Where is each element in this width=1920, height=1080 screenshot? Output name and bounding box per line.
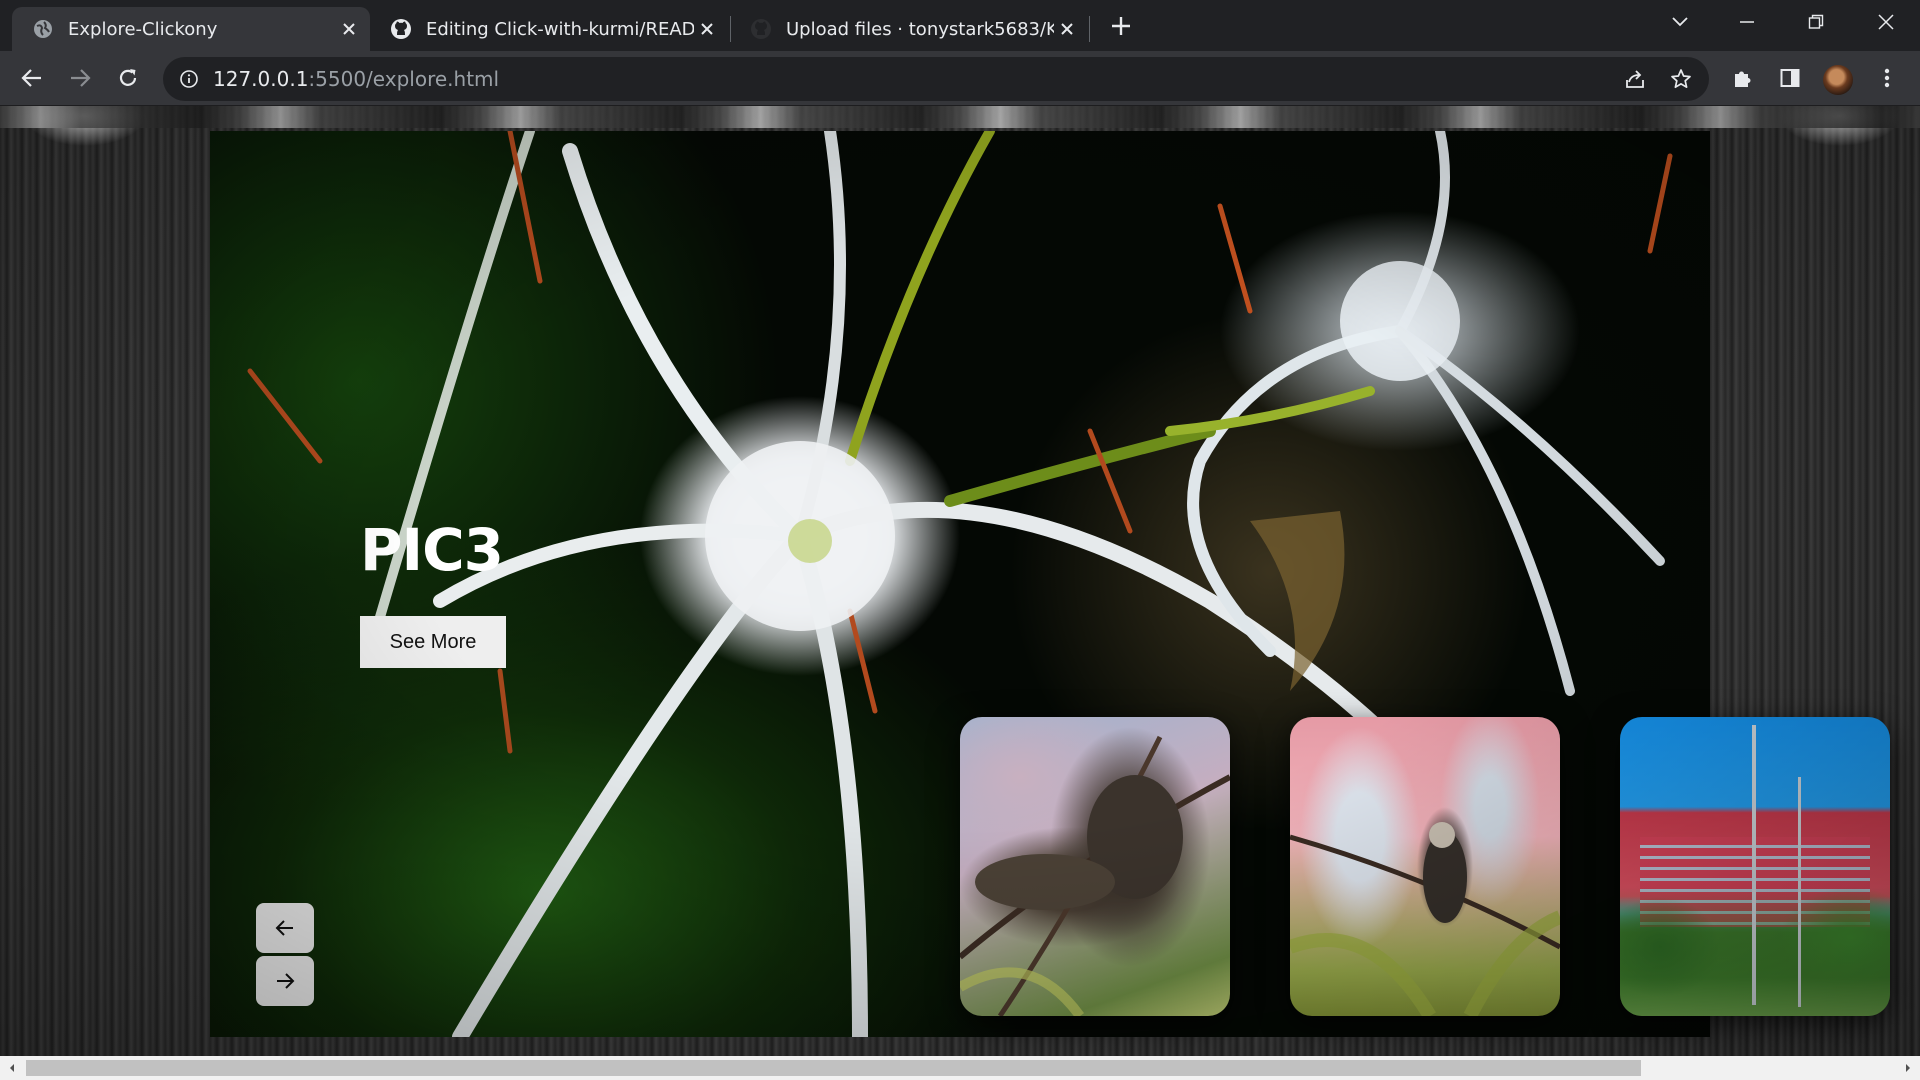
menu-button[interactable]: [1868, 59, 1906, 97]
tab-editing-readme[interactable]: Editing Click-with-kurmi/READM: [370, 7, 728, 51]
close-icon[interactable]: [694, 16, 720, 42]
see-more-button[interactable]: See More: [360, 616, 506, 668]
scrollbar-thumb[interactable]: [26, 1060, 1641, 1076]
tab-upload-files[interactable]: Upload files · tonystark5683/Kurm: [730, 7, 1088, 51]
minimize-icon: [1740, 21, 1754, 23]
close-icon: [1878, 14, 1894, 30]
reload-icon: [119, 69, 137, 86]
arrow-left-icon: [275, 920, 293, 936]
chevron-down-icon: [1672, 17, 1688, 27]
street-light-image: [1752, 725, 1756, 1005]
reload-button[interactable]: [109, 59, 147, 97]
tab-title: Upload files · tonystark5683/Kurm: [786, 18, 1054, 40]
plus-icon: [1112, 17, 1130, 35]
tab-strip: Explore-Clickony Editing Click-with-kurm…: [0, 0, 1920, 51]
share-icon[interactable]: [1621, 65, 1649, 93]
close-window-button[interactable]: [1856, 0, 1916, 44]
arrow-right-icon: [71, 69, 91, 87]
next-slide-button[interactable]: [256, 956, 314, 1006]
bird-image: [1290, 822, 1560, 1016]
github-icon: [390, 18, 412, 40]
globe-icon: [32, 18, 54, 40]
url-text: 127.0.0.1:5500/explore.html: [213, 67, 499, 91]
slide-title: PIC3: [360, 516, 504, 584]
tab-title: Editing Click-with-kurmi/READM: [426, 18, 694, 40]
avatar[interactable]: [1823, 65, 1853, 95]
tab-explore-clickony[interactable]: Explore-Clickony: [12, 7, 370, 51]
bookmark-star-icon[interactable]: [1667, 65, 1695, 93]
prev-slide-button[interactable]: [256, 903, 314, 953]
scroll-right-icon[interactable]: [1896, 1056, 1920, 1080]
github-icon: [750, 18, 772, 40]
restore-button[interactable]: [1786, 0, 1846, 44]
thumbnail-birds[interactable]: [960, 717, 1230, 1016]
new-tab-button[interactable]: [1105, 10, 1137, 42]
birds-image: [960, 735, 1230, 1016]
tab-search-button[interactable]: [1650, 0, 1710, 44]
decorative-lights: [0, 106, 1920, 128]
back-button[interactable]: [13, 59, 51, 97]
info-icon[interactable]: [177, 67, 201, 91]
kebab-menu-icon: [1884, 68, 1890, 88]
side-panel-button[interactable]: [1771, 59, 1809, 97]
tab-title: Explore-Clickony: [68, 18, 218, 40]
url-host: 127.0.0.1: [213, 67, 309, 91]
extensions-button[interactable]: [1723, 59, 1761, 97]
tab-separator: [1089, 16, 1090, 42]
forward-button[interactable]: [61, 59, 99, 97]
puzzle-icon: [1735, 71, 1751, 87]
thumbnail-campus[interactable]: [1620, 717, 1890, 1016]
side-panel-icon: [1780, 69, 1800, 87]
arrow-left-icon: [21, 69, 41, 87]
minimize-button[interactable]: [1717, 0, 1777, 44]
arrow-right-icon: [277, 973, 295, 989]
horizontal-scrollbar[interactable]: [0, 1056, 1920, 1080]
street-light-image: [1798, 777, 1801, 1007]
thumbnail-bird-pink-building[interactable]: [1290, 717, 1560, 1016]
page-viewport: PIC3 See More: [0, 106, 1920, 1056]
scroll-left-icon[interactable]: [0, 1056, 24, 1080]
browser-toolbar: 127.0.0.1:5500/explore.html: [0, 51, 1920, 106]
url-path: :5500/explore.html: [308, 67, 500, 91]
address-bar[interactable]: 127.0.0.1:5500/explore.html: [163, 57, 1709, 101]
restore-icon: [1808, 14, 1824, 29]
close-icon[interactable]: [336, 16, 362, 42]
close-icon[interactable]: [1054, 16, 1080, 42]
